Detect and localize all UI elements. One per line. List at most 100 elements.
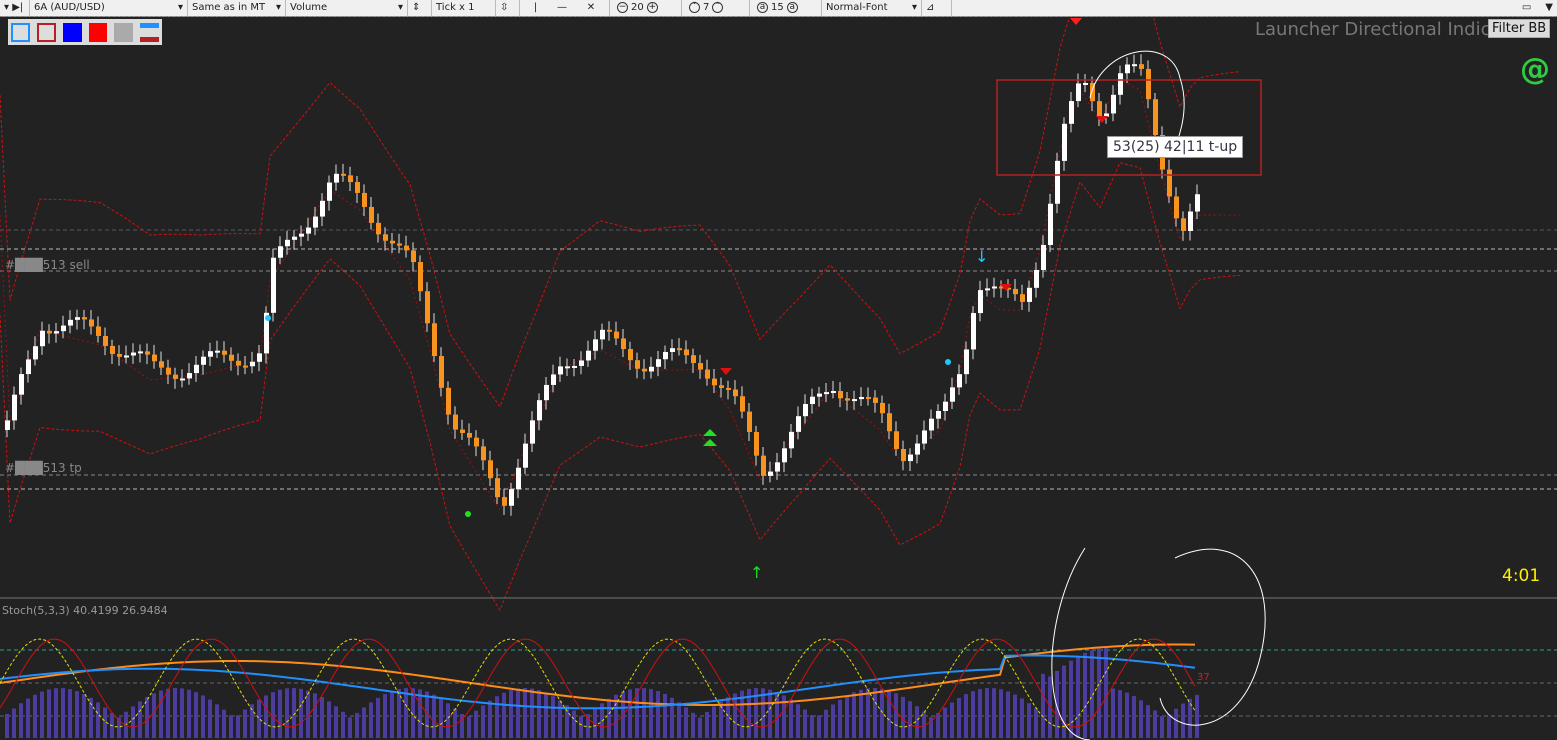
volume-bar (838, 699, 842, 738)
volume-bar (964, 694, 968, 738)
close-icon[interactable]: ✕ (587, 2, 595, 13)
candle-body (803, 404, 808, 417)
volume-bar (1160, 716, 1164, 738)
volume-bar (229, 715, 233, 738)
signal-dot (465, 511, 471, 517)
volume-bar (40, 691, 44, 738)
candle-body (719, 385, 724, 388)
volume-bar (1111, 688, 1115, 738)
volume-bar (1153, 710, 1157, 738)
volume-bar (810, 715, 814, 738)
candle-body (656, 359, 661, 367)
font-smaller-icon[interactable]: a (757, 2, 768, 13)
volume-bar (467, 716, 471, 738)
candle-body (446, 387, 451, 415)
candle-body (306, 227, 311, 234)
tick-select[interactable]: Tick x 1 (432, 0, 496, 17)
candle-body (194, 364, 199, 374)
volume-bar (971, 691, 975, 738)
price-chart[interactable]: ↑↓ (0, 18, 1557, 740)
draw-tools[interactable]: | — ✕ (520, 0, 610, 17)
volume-bar (1048, 676, 1052, 738)
candle-body (47, 330, 52, 334)
vline-icon[interactable]: | (534, 2, 537, 13)
candle-body (1167, 169, 1172, 197)
volume-bar (474, 710, 478, 738)
candle-body (894, 431, 899, 450)
up-icon[interactable]: ˄ (712, 2, 724, 13)
chevron-down-icon[interactable]: ▼ (1545, 2, 1553, 13)
candle-body (285, 239, 290, 247)
volume-bar (495, 696, 499, 738)
stoch-label: Stoch(5,3,3) 40.4199 26.9484 (2, 604, 168, 617)
volume-bar (1034, 708, 1038, 738)
symbol-select[interactable]: 6A (AUD/USD) ▾ (30, 0, 188, 17)
volume-bar (1181, 703, 1185, 738)
volume-bar (817, 715, 821, 738)
volume-bar (978, 689, 982, 738)
candle-body (817, 393, 822, 397)
volume-bar (96, 702, 100, 738)
candle-body (40, 330, 45, 347)
candle-body (299, 233, 304, 237)
signal-dot (945, 359, 951, 365)
indicator-label: Volume (290, 2, 328, 13)
candle-body (1076, 83, 1081, 102)
volume-bar (1174, 708, 1178, 738)
candle-body (1181, 218, 1186, 231)
minus-icon[interactable]: − (617, 2, 628, 13)
alert-icon[interactable]: ⊿ (922, 0, 952, 17)
candle-body (467, 432, 472, 438)
window-icon[interactable]: ▭ (1522, 2, 1531, 13)
candle-body (348, 175, 353, 183)
count-stepper[interactable]: ˅ 7 ˄ (682, 0, 750, 17)
size-stepper[interactable]: −20 + (610, 0, 682, 17)
expand-icon[interactable]: ⇕ (408, 0, 432, 17)
plus-icon[interactable]: + (646, 2, 658, 13)
candle-body (782, 448, 787, 463)
volume-bar (313, 693, 317, 738)
at-icon: @ (1520, 52, 1550, 87)
hline-icon[interactable]: — (557, 2, 567, 13)
volume-bar (894, 693, 898, 738)
mode-select[interactable]: Same as in MT ▾ (188, 0, 286, 17)
play-button[interactable]: ▾ ▶| (0, 0, 30, 17)
volume-bar (502, 692, 506, 738)
indicator-title: Launcher Directional Indica (1255, 19, 1502, 40)
candle-body (915, 443, 920, 455)
candle-body (950, 387, 955, 402)
volume-bar (369, 702, 373, 738)
candle-body (621, 338, 626, 350)
down-icon[interactable]: ˅ (689, 2, 700, 13)
candle-body (1125, 64, 1130, 74)
candle-body (922, 430, 927, 444)
candle-body (551, 374, 556, 385)
candle-body (292, 236, 297, 240)
candle-body (383, 234, 388, 241)
indicator-select[interactable]: Volume ▾ (286, 0, 408, 17)
candle-body (628, 349, 633, 361)
compress-icon[interactable]: ⇳ (496, 0, 520, 17)
candle-body (1020, 294, 1025, 302)
font-larger-icon[interactable]: a (786, 2, 798, 13)
volume-bar (47, 689, 51, 738)
candle-body (222, 350, 227, 355)
font-size-stepper[interactable]: a 15 a (750, 0, 822, 17)
candle-body (691, 355, 696, 364)
size-value: 20 (631, 2, 644, 13)
candle-body (250, 361, 255, 367)
candle-body (509, 489, 514, 506)
candle-body (1048, 203, 1053, 245)
up-arrow-icon: ↑ (750, 563, 763, 582)
candle-body (880, 402, 885, 414)
font-select[interactable]: Normal-Font ▾ (822, 0, 922, 17)
volume-bar (845, 695, 849, 738)
candle-body (103, 335, 108, 346)
volume-bar (733, 693, 737, 738)
candle-body (852, 399, 857, 402)
candle-body (75, 317, 80, 320)
filter-bb-button[interactable]: Filter BB (1488, 19, 1551, 38)
candle-body (110, 345, 115, 354)
volume-bar (642, 688, 646, 738)
volume-bar (418, 689, 422, 738)
